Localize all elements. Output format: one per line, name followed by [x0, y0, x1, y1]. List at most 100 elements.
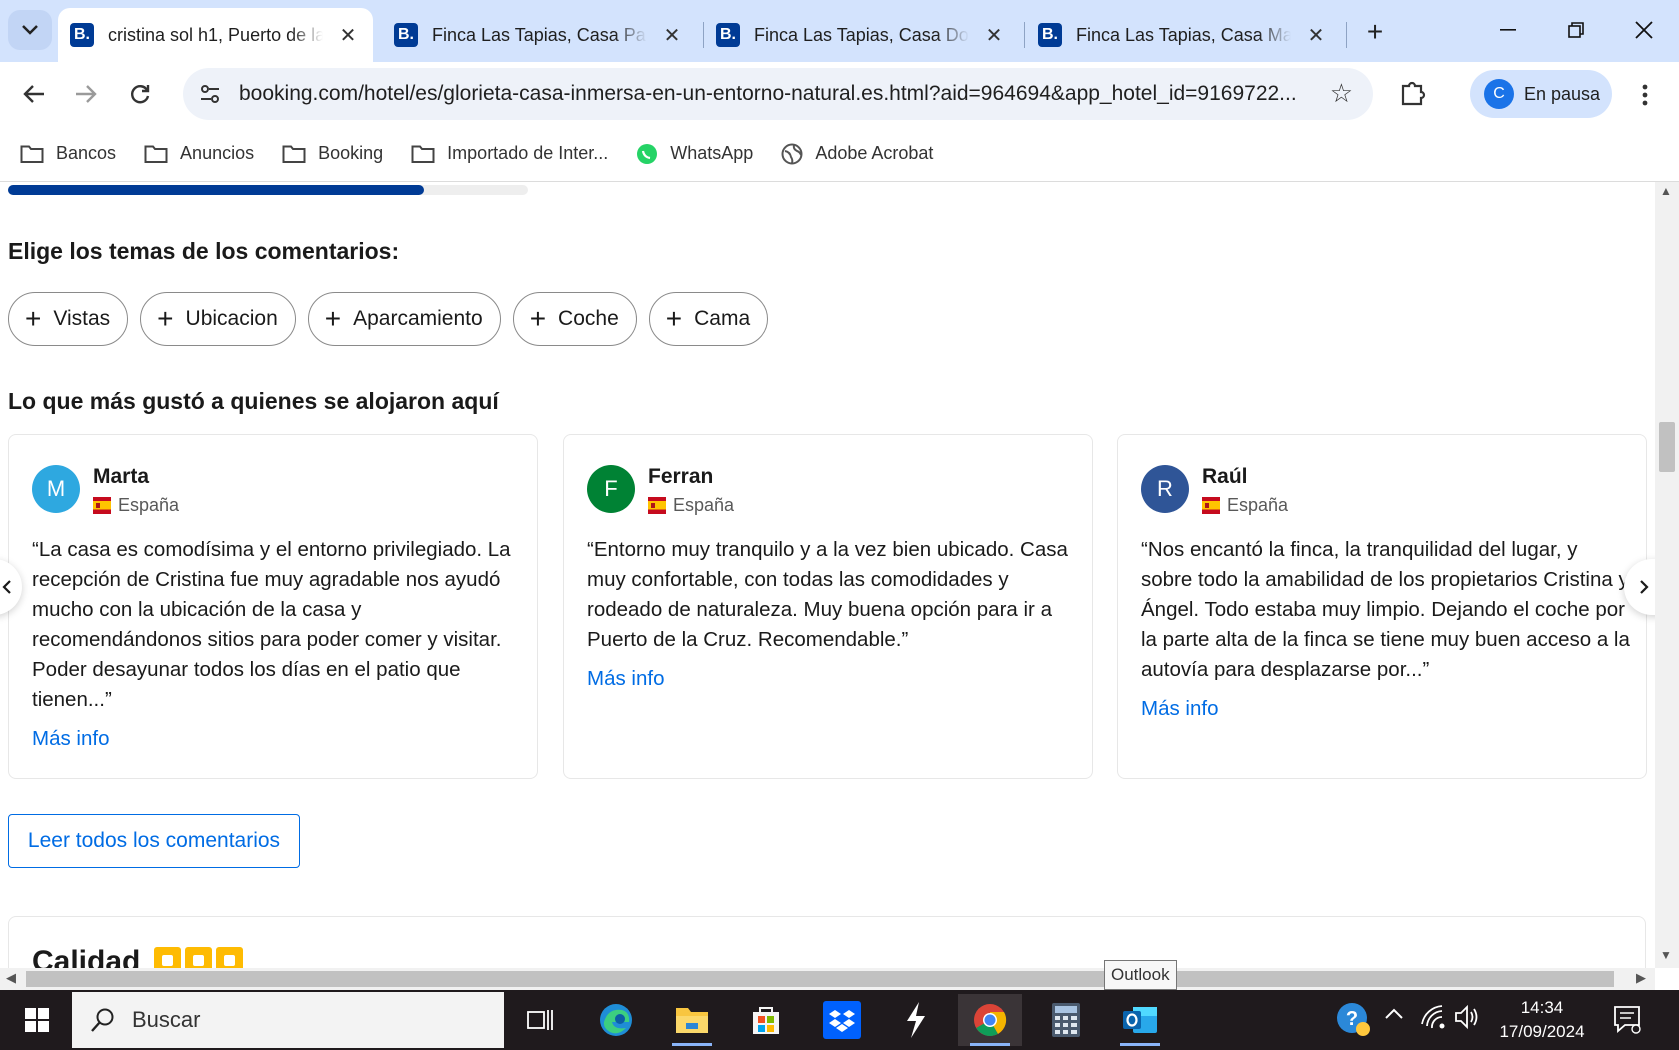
scroll-left-arrow-icon[interactable]: ◀	[6, 970, 16, 986]
reviewer-country: España	[1202, 495, 1288, 516]
bookmark-whatsapp[interactable]: WhatsApp	[636, 143, 753, 165]
notification-center-button[interactable]	[1612, 1004, 1646, 1036]
bookmark-booking[interactable]: Booking	[282, 143, 383, 164]
horizontal-scroll-thumb[interactable]	[26, 971, 1614, 987]
review-more-link[interactable]: Más info	[1141, 697, 1218, 721]
reviewer-avatar: F	[587, 465, 635, 513]
reviewer-country-label: España	[1227, 495, 1289, 515]
taskbar-outlook[interactable]	[1108, 994, 1172, 1046]
close-tab-icon[interactable]: ✕	[983, 24, 1005, 47]
svg-text:?: ?	[1346, 1008, 1358, 1030]
scroll-down-arrow-icon[interactable]: ▼	[1660, 948, 1672, 962]
taskbar-search-placeholder: Buscar	[132, 1007, 201, 1032]
quality-star-icon	[185, 947, 212, 968]
chrome-icon	[974, 1004, 1007, 1037]
site-info-button[interactable]	[193, 77, 227, 111]
topic-chip-cama[interactable]: + Cama	[648, 292, 769, 346]
scroll-right-arrow-icon[interactable]: ▶	[1636, 970, 1646, 986]
profile-avatar: C	[1484, 79, 1514, 109]
reviewer-country: España	[648, 495, 734, 516]
browser-tab-active[interactable]: B. cristina sol h1, Puerto de la ✕	[58, 8, 373, 62]
read-all-reviews-button[interactable]: Leer todos los comentarios	[8, 814, 300, 868]
topic-chip-vistas[interactable]: + Vistas	[8, 292, 129, 346]
vertical-scroll-thumb[interactable]	[1659, 422, 1675, 472]
new-tab-button[interactable]: +	[1357, 14, 1393, 50]
reload-button[interactable]	[118, 72, 162, 116]
clock-date: 17/09/2024	[1499, 1022, 1585, 1041]
tune-icon	[201, 85, 219, 103]
taskbar-file-explorer[interactable]	[660, 994, 724, 1046]
reload-icon	[131, 85, 150, 104]
reviewer-avatar: R	[1141, 465, 1189, 513]
more-vert-icon	[1642, 84, 1648, 106]
extensions-button[interactable]	[1396, 76, 1432, 112]
calculator-icon	[1052, 1003, 1080, 1037]
booking-favicon-icon: B.	[394, 23, 418, 47]
review-more-link[interactable]: Más info	[32, 727, 109, 751]
restore-button[interactable]	[1546, 8, 1606, 52]
reviewer-country: España	[93, 495, 179, 516]
tab-search-button[interactable]	[8, 10, 52, 50]
taskbar-app-bolt[interactable]	[884, 994, 948, 1046]
browser-tab[interactable]: B. Finca Las Tapias, Casa Don ✕	[704, 8, 1019, 62]
help-tray-icon[interactable]: ?	[1334, 1000, 1372, 1038]
app-running-indicator	[970, 1043, 1010, 1046]
bookmark-adobe-acrobat[interactable]: Adobe Acrobat	[781, 143, 933, 165]
globe-icon	[781, 143, 803, 165]
browser-tab[interactable]: B. Finca Las Tapias, Casa Papr ✕	[382, 8, 697, 62]
chevron-left-icon	[2, 580, 11, 594]
bookmarks-bar: Bancos Anuncios Booking Importado de Int…	[0, 126, 1679, 182]
wifi-icon[interactable]	[1420, 1004, 1446, 1030]
forward-button[interactable]	[64, 72, 108, 116]
taskbar-edge[interactable]	[584, 994, 648, 1046]
browser-tab[interactable]: B. Finca Las Tapias, Casa Mañ ✕	[1026, 8, 1341, 62]
spain-flag-icon	[1202, 497, 1220, 514]
taskbar-store[interactable]	[734, 994, 798, 1046]
chevron-down-icon	[22, 25, 38, 35]
taskbar-calculator[interactable]	[1034, 994, 1098, 1046]
review-more-link[interactable]: Más info	[587, 667, 664, 691]
volume-icon[interactable]	[1454, 1004, 1480, 1030]
menu-button[interactable]	[1630, 78, 1660, 112]
profile-button[interactable]: C En pausa	[1470, 70, 1612, 118]
topic-chip-aparcamiento[interactable]: + Aparcamiento	[307, 292, 501, 346]
scroll-up-arrow-icon[interactable]: ▲	[1660, 184, 1672, 198]
profile-status: En pausa	[1524, 83, 1601, 104]
close-window-button[interactable]	[1614, 8, 1674, 52]
quality-star-icon	[216, 947, 243, 968]
chevron-up-icon	[1385, 1008, 1403, 1019]
start-button[interactable]	[10, 996, 64, 1044]
topic-chip-label: Aparcamiento	[353, 307, 483, 330]
show-hidden-icons-button[interactable]	[1384, 1008, 1404, 1020]
horizontal-scrollbar[interactable]: ◀ ▶	[0, 968, 1655, 990]
topic-chip-ubicacion[interactable]: + Ubicacion	[140, 292, 296, 346]
taskbar-clock[interactable]: 14:34 17/09/2024	[1480, 996, 1604, 1044]
close-tab-icon[interactable]: ✕	[1305, 24, 1327, 47]
task-view-button[interactable]	[508, 994, 572, 1046]
reviewer-name: Ferran	[648, 465, 714, 488]
minimize-button[interactable]	[1478, 8, 1538, 52]
url-text[interactable]: booking.com/hotel/es/glorieta-casa-inmer…	[239, 82, 1309, 106]
taskbar-dropbox[interactable]	[810, 994, 874, 1046]
search-icon	[90, 1007, 116, 1033]
tab-title: Finca Las Tapias, Casa Don	[754, 24, 969, 45]
vertical-scrollbar[interactable]: ▲ ▼	[1655, 182, 1679, 968]
bookmark-bancos[interactable]: Bancos	[20, 143, 116, 164]
address-bar[interactable]: booking.com/hotel/es/glorieta-casa-inmer…	[183, 68, 1373, 120]
bookmark-label: Anuncios	[180, 143, 255, 163]
taskbar-chrome[interactable]	[958, 994, 1022, 1046]
back-button[interactable]	[12, 72, 56, 116]
tab-title: cristina sol h1, Puerto de la	[108, 24, 323, 45]
bookmark-star-icon[interactable]: ☆	[1330, 80, 1353, 106]
bookmark-anuncios[interactable]: Anuncios	[144, 143, 254, 164]
close-tab-icon[interactable]: ✕	[661, 24, 683, 47]
topic-chip-label: Ubicacion	[185, 307, 278, 330]
topic-chip-coche[interactable]: + Coche	[512, 292, 637, 346]
tab-separator	[1024, 22, 1025, 48]
booking-favicon-icon: B.	[70, 23, 94, 47]
tab-title: Finca Las Tapias, Casa Papr	[432, 24, 647, 45]
windows-logo-icon	[25, 1008, 49, 1032]
bookmark-importado[interactable]: Importado de Inter...	[411, 143, 608, 164]
close-tab-icon[interactable]: ✕	[337, 24, 359, 47]
taskbar-search[interactable]: Buscar	[72, 992, 504, 1048]
